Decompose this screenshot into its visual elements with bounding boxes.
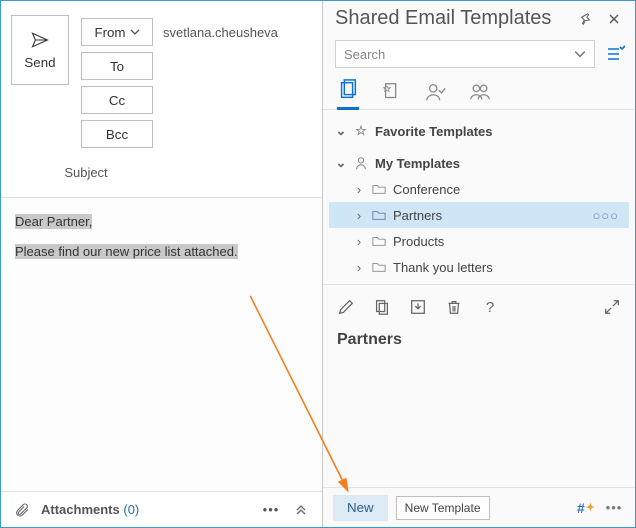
to-label: To (110, 59, 124, 74)
folder-more-icon[interactable]: ○○○ (592, 208, 623, 223)
templates-pane: Shared Email Templates Search (323, 1, 635, 527)
bcc-label: Bcc (106, 127, 128, 142)
delete-icon[interactable] (443, 296, 465, 318)
subject-label: Subject (11, 165, 161, 180)
message-body[interactable]: Dear Partner, Please find our new price … (1, 198, 322, 491)
new-tooltip: New Template (396, 496, 490, 520)
macros-icon[interactable]: #✦ (577, 500, 595, 516)
group-my-templates[interactable]: ⌄ My Templates (329, 150, 629, 176)
templates-footer: New New Template #✦ ••• (323, 487, 635, 527)
pin-icon[interactable] (575, 8, 597, 30)
chevron-down-icon: ⌄ (335, 155, 347, 171)
chevron-down-icon (574, 48, 586, 60)
chevron-right-icon: › (353, 208, 365, 223)
chevron-right-icon: › (353, 234, 365, 249)
folder-icon (371, 259, 387, 275)
star-icon: ☆ (353, 123, 369, 139)
body-line: Please find our new price list attached. (15, 244, 238, 259)
templates-tree: ⌄ ☆ Favorite Templates ⌄ My Templates › … (323, 110, 635, 284)
folder-conference[interactable]: › Conference (329, 176, 629, 202)
view-options-icon[interactable] (605, 44, 625, 64)
send-icon (29, 31, 51, 49)
preview-pane: ? Partners (323, 284, 635, 487)
chevron-down-icon: ⌄ (335, 123, 347, 139)
folder-partners[interactable]: › Partners ○○○ (329, 202, 629, 228)
panel-title: Shared Email Templates (335, 7, 575, 30)
edit-icon[interactable] (335, 296, 357, 318)
body-line: Dear Partner, (15, 214, 92, 229)
paperclip-icon (11, 499, 33, 521)
import-icon[interactable] (407, 296, 429, 318)
cc-label: Cc (109, 93, 125, 108)
group-favorites[interactable]: ⌄ ☆ Favorite Templates (329, 118, 629, 144)
send-label: Send (24, 55, 55, 70)
bcc-button[interactable]: Bcc (81, 120, 153, 148)
from-label: From (94, 25, 125, 40)
compose-pane: Send From svetlana.cheusheva To (1, 1, 323, 527)
folder-products[interactable]: › Products (329, 228, 629, 254)
to-button[interactable]: To (81, 52, 153, 80)
attachments-label[interactable]: Attachments (0) (41, 502, 139, 517)
copy-icon[interactable] (371, 296, 393, 318)
chevron-right-icon: › (353, 260, 365, 275)
collapse-icon[interactable] (290, 499, 312, 521)
chevron-down-icon (130, 27, 140, 37)
folder-icon (371, 207, 387, 223)
chevron-right-icon: › (353, 182, 365, 197)
close-icon[interactable] (603, 8, 625, 30)
more-dots-icon[interactable]: ••• (260, 499, 282, 521)
person-icon (353, 155, 369, 171)
tab-favorites[interactable] (381, 81, 403, 109)
expand-icon[interactable] (601, 296, 623, 318)
tab-all[interactable] (337, 79, 359, 110)
compose-footer: Attachments (0) ••• (1, 491, 322, 527)
from-value: svetlana.cheusheva (153, 25, 312, 40)
from-button[interactable]: From (81, 18, 153, 46)
tab-teams[interactable] (469, 81, 491, 109)
folder-icon (371, 233, 387, 249)
new-button[interactable]: New (333, 495, 388, 521)
help-icon[interactable]: ? (479, 296, 501, 318)
preview-title: Partners (335, 321, 623, 349)
search-placeholder: Search (344, 47, 574, 62)
folder-thankyou[interactable]: › Thank you letters (329, 254, 629, 280)
send-button[interactable]: Send (11, 15, 69, 85)
search-input[interactable]: Search (335, 40, 595, 68)
more-icon[interactable]: ••• (603, 497, 625, 519)
tabstrip (323, 76, 635, 110)
cc-button[interactable]: Cc (81, 86, 153, 114)
tab-users[interactable] (425, 81, 447, 109)
folder-icon (371, 181, 387, 197)
